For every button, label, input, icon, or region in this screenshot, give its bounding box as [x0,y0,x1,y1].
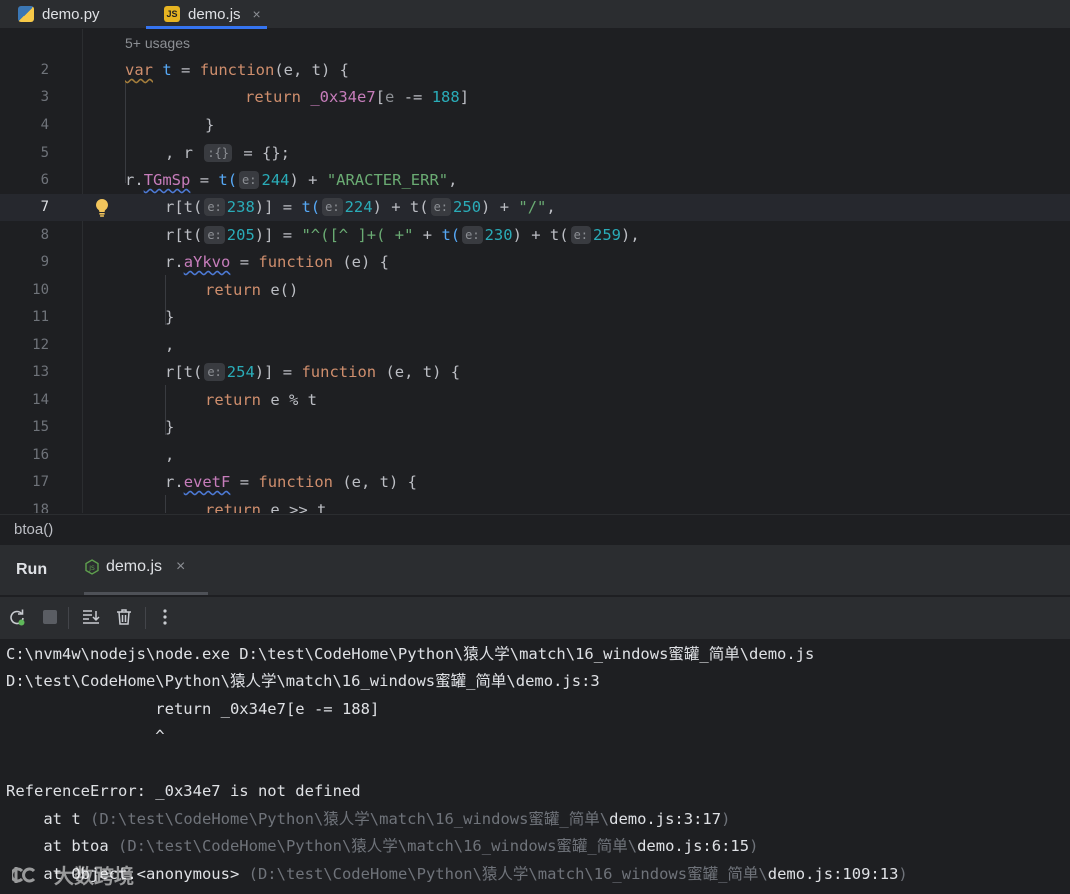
line-number: 13 [32,364,49,380]
run-toolbar [0,596,1070,640]
run-title: Run [16,561,48,578]
stop-icon [43,610,57,624]
code-line: 15 } [0,414,1070,441]
line-number: 3 [40,89,49,105]
scroll-to-end-icon [83,610,100,624]
code-line: 16 , [0,442,1070,469]
breadcrumb-item[interactable]: btoa() [14,521,53,538]
code-line-current: 7 r[t(e: 238)] = t(e: 224) + t(e: 250) + "/… [0,194,1070,221]
lightbulb-icon[interactable] [94,198,110,218]
tab-demo-py[interactable]: demo.py [18,0,100,28]
toolbar-separator [68,607,69,629]
tab-label: demo.py [42,5,100,23]
code-line: 8 r[t(e: 205)] = "^([^ ]+( +" + t(e: 230) … [0,222,1070,249]
tab-label: demo.js [188,5,241,23]
code-line: 12 , [0,332,1070,359]
line-number: 6 [40,172,49,188]
code-line: 11 } [0,304,1070,331]
python-file-icon [18,6,34,22]
scroll-to-end-button[interactable] [80,606,102,628]
watermark-logo-icon [12,866,36,883]
breadcrumb[interactable]: btoa() [0,514,1070,545]
inlay-param-hint: e: [204,363,225,381]
rerun-icon [10,609,25,626]
code-line: 17 r.evetF = function (e, t) { [0,469,1070,496]
close-run-tab-icon[interactable]: × [176,558,185,576]
console-line: return _0x34e7[e -= 188] [6,700,380,718]
inlay-param-hint: e: [204,198,225,216]
code-line: 9 r.aYkvo = function (e) { [0,249,1070,276]
stack-frame-link[interactable]: demo.js:6:15 [637,837,749,855]
toolbar-separator [145,607,146,629]
line-number: 18 [32,502,49,513]
line-number: 11 [32,309,49,325]
code-line: 5 , r :{} = {}; [0,140,1070,167]
line-number: 4 [40,117,49,133]
editor-tab-bar: demo.py JS demo.js × [0,0,1070,29]
stack-frame: at Object.<anonymous> (D:\test\CodeHome\… [6,865,908,883]
run-config-tab[interactable]: JS demo.js × [84,558,185,576]
run-tool-window-header: Run JS demo.js × [0,545,1070,595]
stop-button[interactable] [39,606,61,628]
line-number: 2 [40,62,49,78]
inlay-param-hint: e: [204,226,225,244]
more-icon [163,609,167,625]
inlay-param-hint: e: [322,198,343,216]
line-number: 8 [40,227,49,243]
trash-icon [117,609,131,625]
line-number: 9 [40,254,49,270]
code-line: 3 return _0x34e7[e -= 188] [0,84,1070,111]
line-number: 5 [40,145,49,161]
code-line: 6 r.TGmSp = t(e: 244) + "ARACTER_ERR", [0,167,1070,194]
console-output[interactable]: C:\nvm4w\nodejs\node.exe D:\test\CodeHom… [0,640,1070,894]
inlay-param-hint: e: [430,198,452,216]
watermark: 大数跨境 [12,860,134,889]
line-number: 7 [40,199,49,215]
clear-all-button[interactable] [113,606,135,628]
run-tab-underline [84,592,208,595]
line-number: 12 [32,337,49,353]
line-number: 10 [32,282,49,298]
svg-text:JS: JS [88,565,95,572]
code-editor[interactable]: 5+ usages 2 var t = function(e, t) { 3 r… [0,29,1070,513]
console-line: ^ [6,727,165,745]
close-tab-icon[interactable]: × [253,6,261,22]
code-line: 13 r[t(e: 254)] = function (e, t) { [0,359,1070,386]
javascript-file-icon: JS [164,6,180,22]
error-message: ReferenceError: _0x34e7 is not defined [6,782,361,800]
inlay-param-hint: e: [239,171,260,189]
stack-frame-link[interactable]: demo.js:109:13 [768,865,899,883]
stack-frame-link[interactable]: demo.js:3:17 [609,810,721,828]
console-line: C:\nvm4w\nodejs\node.exe D:\test\CodeHom… [6,645,815,663]
line-number: 16 [32,447,49,463]
code-line: 2 var t = function(e, t) { [0,57,1070,84]
code-line: 14 return e % t [0,387,1070,414]
console-line: D:\test\CodeHome\Python\猿人学\match\16_win… [6,672,600,690]
tab-demo-js[interactable]: JS demo.js × [146,0,267,29]
watermark-text: 大数跨境 [54,866,134,888]
code-line: 4 } [0,112,1070,139]
run-tab-label: demo.js [106,558,163,575]
stack-frame: at t (D:\test\CodeHome\Python\猿人学\match\… [6,810,731,828]
rerun-button[interactable] [6,606,28,628]
inlay-param-hint: e: [462,226,483,244]
usages-hint[interactable]: 5+ usages [125,35,190,51]
code-line: 10 return e() [0,277,1070,304]
inlay-param-hint: e: [570,226,592,244]
stack-frame: at btoa (D:\test\CodeHome\Python\猿人学\mat… [6,837,759,855]
line-number: 15 [32,419,49,435]
line-number: 17 [32,474,49,490]
line-number: 14 [32,392,49,408]
code-line: 18 return e >> t [0,497,1070,513]
nodejs-icon: JS [85,559,99,575]
inlay-type-hint: :{} [204,144,233,162]
more-options-button[interactable] [154,606,176,628]
